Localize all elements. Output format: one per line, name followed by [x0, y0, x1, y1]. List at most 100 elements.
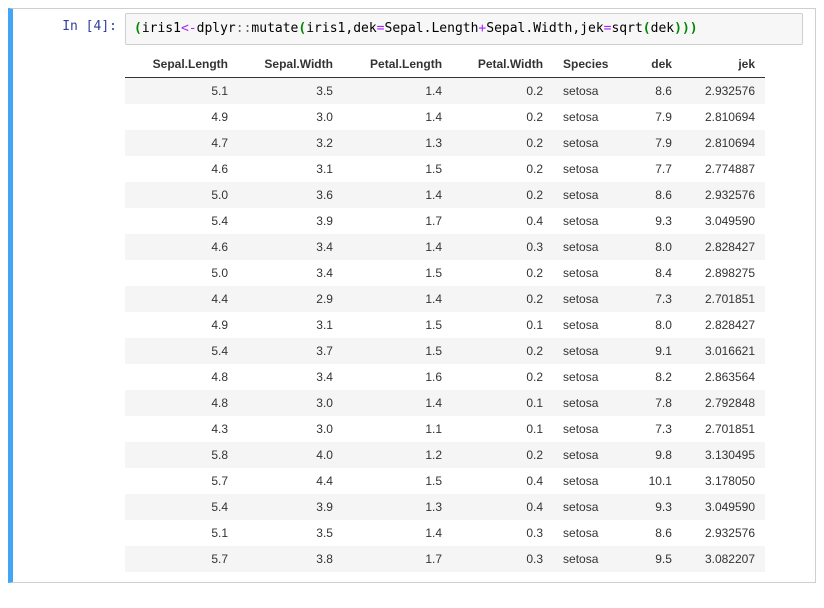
cell: 8.0 — [631, 234, 682, 260]
code-token: Sepal.Width — [486, 21, 572, 36]
cell: 3.016621 — [682, 338, 765, 364]
cell: 1.4 — [343, 520, 452, 546]
code-token: ) — [674, 21, 682, 36]
cell: 8.6 — [631, 78, 682, 105]
cell: 1.5 — [343, 312, 452, 338]
cell: 5.0 — [125, 182, 238, 208]
table-row: 5.84.01.20.2setosa9.83.130495 — [125, 442, 765, 468]
code-token: <- — [181, 21, 197, 36]
cell: setosa — [553, 442, 630, 468]
cell: 2.828427 — [682, 234, 765, 260]
output-area: Sepal.LengthSepal.WidthPetal.LengthPetal… — [125, 51, 803, 572]
code-token: mutate — [251, 21, 298, 36]
prompt-row: In [4]: (iris1<-dplyr::mutate(iris1,dek=… — [13, 13, 815, 45]
table-row: 4.93.01.40.2setosa7.92.810694 — [125, 104, 765, 130]
cell: 5.1 — [125, 78, 238, 105]
output-table: Sepal.LengthSepal.WidthPetal.LengthPetal… — [125, 51, 765, 572]
cell: 2.932576 — [682, 520, 765, 546]
cell: 1.3 — [343, 494, 452, 520]
cell: 0.2 — [452, 156, 553, 182]
cell: 5.4 — [125, 338, 238, 364]
cell: 0.2 — [452, 182, 553, 208]
cell: 0.1 — [452, 312, 553, 338]
table-row: 5.74.41.50.4setosa10.13.178050 — [125, 468, 765, 494]
cell: 0.2 — [452, 286, 553, 312]
cell: setosa — [553, 520, 630, 546]
cell: 4.9 — [125, 312, 238, 338]
code-token: jek — [580, 21, 603, 36]
cell: 3.178050 — [682, 468, 765, 494]
cell: 8.2 — [631, 364, 682, 390]
table-head: Sepal.LengthSepal.WidthPetal.LengthPetal… — [125, 51, 765, 78]
cell: 3.130495 — [682, 442, 765, 468]
table-row: 5.13.51.40.2setosa8.62.932576 — [125, 78, 765, 105]
cell: 3.9 — [238, 494, 343, 520]
cell: 0.3 — [452, 546, 553, 572]
cell: 5.4 — [125, 208, 238, 234]
cell: setosa — [553, 156, 630, 182]
cell: 2.9 — [238, 286, 343, 312]
cell: setosa — [553, 468, 630, 494]
cell: 2.810694 — [682, 130, 765, 156]
code-token: , — [345, 21, 353, 36]
cell: 8.6 — [631, 182, 682, 208]
col-header: dek — [631, 51, 682, 78]
table-row: 4.83.01.40.1setosa7.82.792848 — [125, 390, 765, 416]
cell: 0.4 — [452, 208, 553, 234]
cell: 0.2 — [452, 130, 553, 156]
code-token: dplyr — [197, 21, 236, 36]
cell: 4.7 — [125, 130, 238, 156]
cell: 3.4 — [238, 234, 343, 260]
cell: 3.5 — [238, 78, 343, 105]
cell: 0.2 — [452, 338, 553, 364]
table-header-row: Sepal.LengthSepal.WidthPetal.LengthPetal… — [125, 51, 765, 78]
col-header: Sepal.Width — [238, 51, 343, 78]
cell: 9.3 — [631, 208, 682, 234]
cell: setosa — [553, 416, 630, 442]
cell: 0.2 — [452, 104, 553, 130]
cell: 1.4 — [343, 182, 452, 208]
cell: 8.0 — [631, 312, 682, 338]
cell: 1.3 — [343, 130, 452, 156]
cell: 4.8 — [125, 390, 238, 416]
cell: 2.792848 — [682, 390, 765, 416]
table-row: 4.42.91.40.2setosa7.32.701851 — [125, 286, 765, 312]
input-prompt: In [4]: — [13, 13, 125, 34]
cell: 1.4 — [343, 286, 452, 312]
cell: 7.3 — [631, 416, 682, 442]
cell: 5.8 — [125, 442, 238, 468]
cell: 1.4 — [343, 78, 452, 105]
cell: 3.5 — [238, 520, 343, 546]
cell: setosa — [553, 312, 630, 338]
cell: 5.1 — [125, 520, 238, 546]
cell: 0.1 — [452, 416, 553, 442]
table-row: 5.73.81.70.3setosa9.53.082207 — [125, 546, 765, 572]
cell: 4.8 — [125, 364, 238, 390]
cell: 1.7 — [343, 546, 452, 572]
cell: 3.8 — [238, 546, 343, 572]
code-token: iris1 — [142, 21, 181, 36]
table-row: 5.03.41.50.2setosa8.42.898275 — [125, 260, 765, 286]
cell: 8.4 — [631, 260, 682, 286]
col-header: jek — [682, 51, 765, 78]
cell: setosa — [553, 104, 630, 130]
table-row: 5.13.51.40.3setosa8.62.932576 — [125, 520, 765, 546]
cell: 2.828427 — [682, 312, 765, 338]
cell: 3.4 — [238, 260, 343, 286]
code-token: sqrt — [611, 21, 642, 36]
cell: setosa — [553, 260, 630, 286]
cell: 5.0 — [125, 260, 238, 286]
cell: 0.2 — [452, 78, 553, 105]
code-token: = — [377, 21, 385, 36]
table-row: 5.43.71.50.2setosa9.13.016621 — [125, 338, 765, 364]
cell: 2.932576 — [682, 182, 765, 208]
code-input[interactable]: (iris1<-dplyr::mutate(iris1,dek=Sepal.Le… — [125, 13, 803, 45]
code-token: ) — [682, 21, 690, 36]
cell: 0.2 — [452, 364, 553, 390]
cell: 1.7 — [343, 208, 452, 234]
cell: 1.5 — [343, 260, 452, 286]
code-cell: In [4]: (iris1<-dplyr::mutate(iris1,dek=… — [13, 9, 815, 582]
cell: 7.3 — [631, 286, 682, 312]
table-row: 4.63.11.50.2setosa7.72.774887 — [125, 156, 765, 182]
cell: 0.2 — [452, 442, 553, 468]
